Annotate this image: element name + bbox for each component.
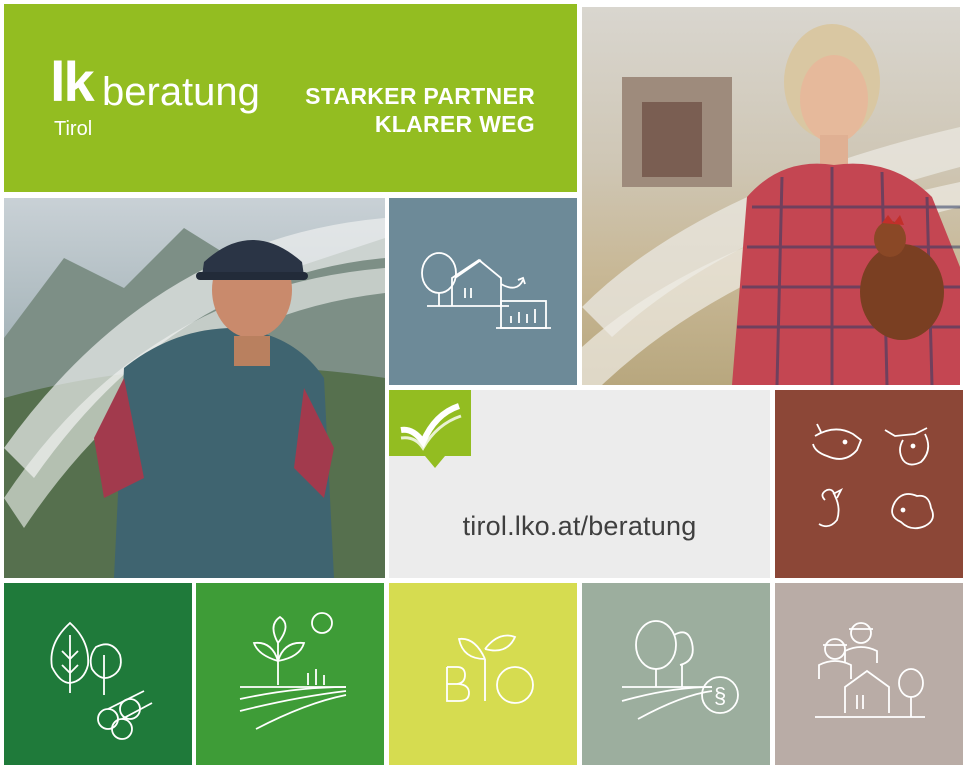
farm-family-tile xyxy=(775,583,963,765)
farm-animals-tile xyxy=(775,390,963,578)
farm-animals-icon xyxy=(812,423,934,530)
slogan-line-2: KLARER WEG xyxy=(374,111,535,137)
farm-chart-tile xyxy=(389,198,577,385)
bio-tile: B O xyxy=(389,583,577,765)
bio-sprout-icon xyxy=(446,634,534,704)
svg-text:§: § xyxy=(714,683,726,708)
logo-region: Tirol xyxy=(54,118,93,140)
lk-logo-mark: lk xyxy=(50,50,95,113)
farm-family-icon xyxy=(815,622,925,718)
woman-with-chicken-photo xyxy=(582,7,960,385)
legal-paragraph-icon: § xyxy=(621,620,739,720)
check-speech-bubble-icon xyxy=(389,390,471,468)
logo-wordmark: beratung xyxy=(102,70,260,114)
crop-field-tile xyxy=(196,583,384,765)
slogan-line-1: STARKER PARTNER xyxy=(305,83,535,109)
legal-advice-tile: § xyxy=(582,583,770,765)
website-tile[interactable]: tirol.lko.at/beratung xyxy=(389,390,770,578)
farm-chart-icon xyxy=(421,252,551,329)
forest-timber-icon xyxy=(50,621,153,740)
forest-timber-tile xyxy=(4,583,192,765)
crop-field-icon xyxy=(239,612,347,730)
slogan: STARKER PARTNER KLARER WEG xyxy=(305,82,535,138)
brand-header: lk beratung Tirol STARKER PARTNER KLARER… xyxy=(4,4,577,192)
farmer-man-photo xyxy=(4,198,385,578)
website-url[interactable]: tirol.lko.at/beratung xyxy=(389,511,770,542)
